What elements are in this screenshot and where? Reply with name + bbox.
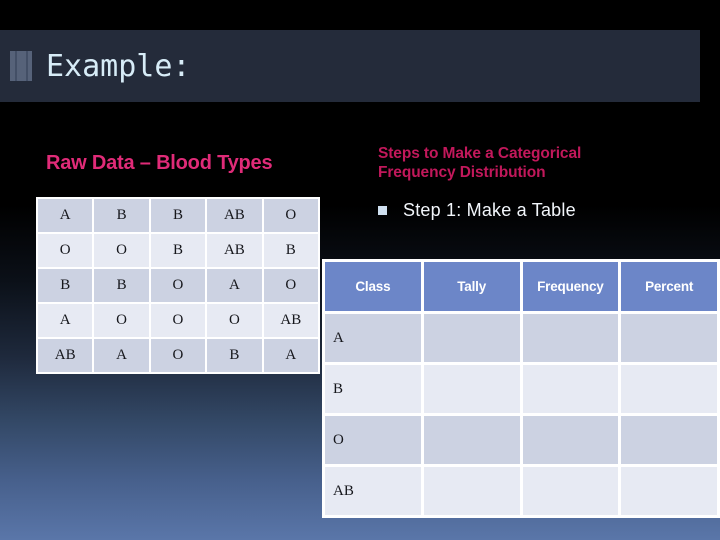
raw-cell: O — [38, 234, 93, 267]
cell-class: O — [325, 416, 421, 464]
raw-cell: AB — [207, 199, 262, 232]
table-row: A B B AB O — [38, 199, 318, 232]
step-1-label: Step 1: Make a Table — [403, 200, 576, 220]
raw-cell: O — [150, 304, 206, 337]
raw-cell: B — [94, 269, 149, 302]
cell-percent[interactable] — [621, 416, 717, 464]
raw-cell: A — [207, 269, 262, 302]
raw-cell: B — [150, 234, 206, 267]
cell-frequency[interactable] — [522, 365, 619, 413]
table-row: AB — [325, 467, 717, 515]
table-row: O O B AB B — [38, 234, 318, 267]
cell-class: B — [325, 365, 421, 413]
step-1-bullet-item: Step 1: Make a Table — [378, 200, 576, 221]
raw-cell: B — [207, 339, 262, 372]
slide-canvas: Example: Raw Data – Blood Types A B B AB… — [0, 0, 720, 540]
raw-cell: O — [207, 304, 262, 337]
raw-cell: O — [263, 199, 318, 232]
raw-cell: O — [263, 269, 318, 302]
raw-cell: A — [38, 304, 93, 337]
raw-data-heading: Raw Data – Blood Types — [46, 152, 273, 174]
cell-frequency[interactable] — [522, 416, 619, 464]
cell-percent[interactable] — [621, 314, 717, 362]
raw-cell: A — [94, 339, 149, 372]
column-header-tally: Tally — [423, 262, 520, 311]
raw-cell: B — [38, 269, 93, 302]
raw-cell: B — [263, 234, 318, 267]
slide-title-bar: Example: — [0, 30, 700, 102]
raw-cell: O — [150, 269, 206, 302]
cell-percent[interactable] — [621, 467, 717, 515]
cell-class: A — [325, 314, 421, 362]
raw-cell: AB — [263, 304, 318, 337]
page-title: Example: — [46, 48, 191, 84]
frequency-table-body: A B O AB — [325, 314, 717, 515]
cell-percent[interactable] — [621, 365, 717, 413]
steps-heading-line2: Frequency Distribution — [378, 164, 546, 181]
raw-cell: A — [38, 199, 93, 232]
cell-tally[interactable] — [423, 467, 520, 515]
bookmark-icon — [10, 51, 32, 81]
steps-heading-line1: Steps to Make a Categorical — [378, 145, 582, 162]
table-row: O — [325, 416, 717, 464]
cell-frequency[interactable] — [522, 314, 619, 362]
column-header-percent: Percent — [621, 262, 717, 311]
raw-cell: O — [150, 339, 206, 372]
table-row: B — [325, 365, 717, 413]
column-header-class: Class — [325, 262, 421, 311]
table-row: B B O A O — [38, 269, 318, 302]
raw-cell: B — [94, 199, 149, 232]
raw-cell: O — [94, 304, 149, 337]
raw-cell: AB — [207, 234, 262, 267]
cell-tally[interactable] — [423, 365, 520, 413]
raw-cell: O — [94, 234, 149, 267]
table-header-row: Class Tally Frequency Percent — [325, 262, 717, 311]
raw-cell: A — [263, 339, 318, 372]
table-row: A — [325, 314, 717, 362]
cell-frequency[interactable] — [522, 467, 619, 515]
square-bullet-icon — [378, 206, 387, 215]
raw-data-table: A B B AB O O O B AB B B B O A O A O O O … — [36, 197, 320, 374]
frequency-table-head: Class Tally Frequency Percent — [325, 262, 717, 311]
frequency-distribution-table: Class Tally Frequency Percent A B O AB — [322, 259, 720, 518]
raw-cell: AB — [38, 339, 93, 372]
raw-data-table-body: A B B AB O O O B AB B B B O A O A O O O … — [38, 199, 318, 372]
column-header-frequency: Frequency — [522, 262, 619, 311]
cell-tally[interactable] — [423, 416, 520, 464]
table-row: AB A O B A — [38, 339, 318, 372]
cell-class: AB — [325, 467, 421, 515]
raw-cell: B — [150, 199, 206, 232]
steps-heading: Steps to Make a Categorical Frequency Di… — [378, 144, 658, 182]
table-row: A O O O AB — [38, 304, 318, 337]
cell-tally[interactable] — [423, 314, 520, 362]
